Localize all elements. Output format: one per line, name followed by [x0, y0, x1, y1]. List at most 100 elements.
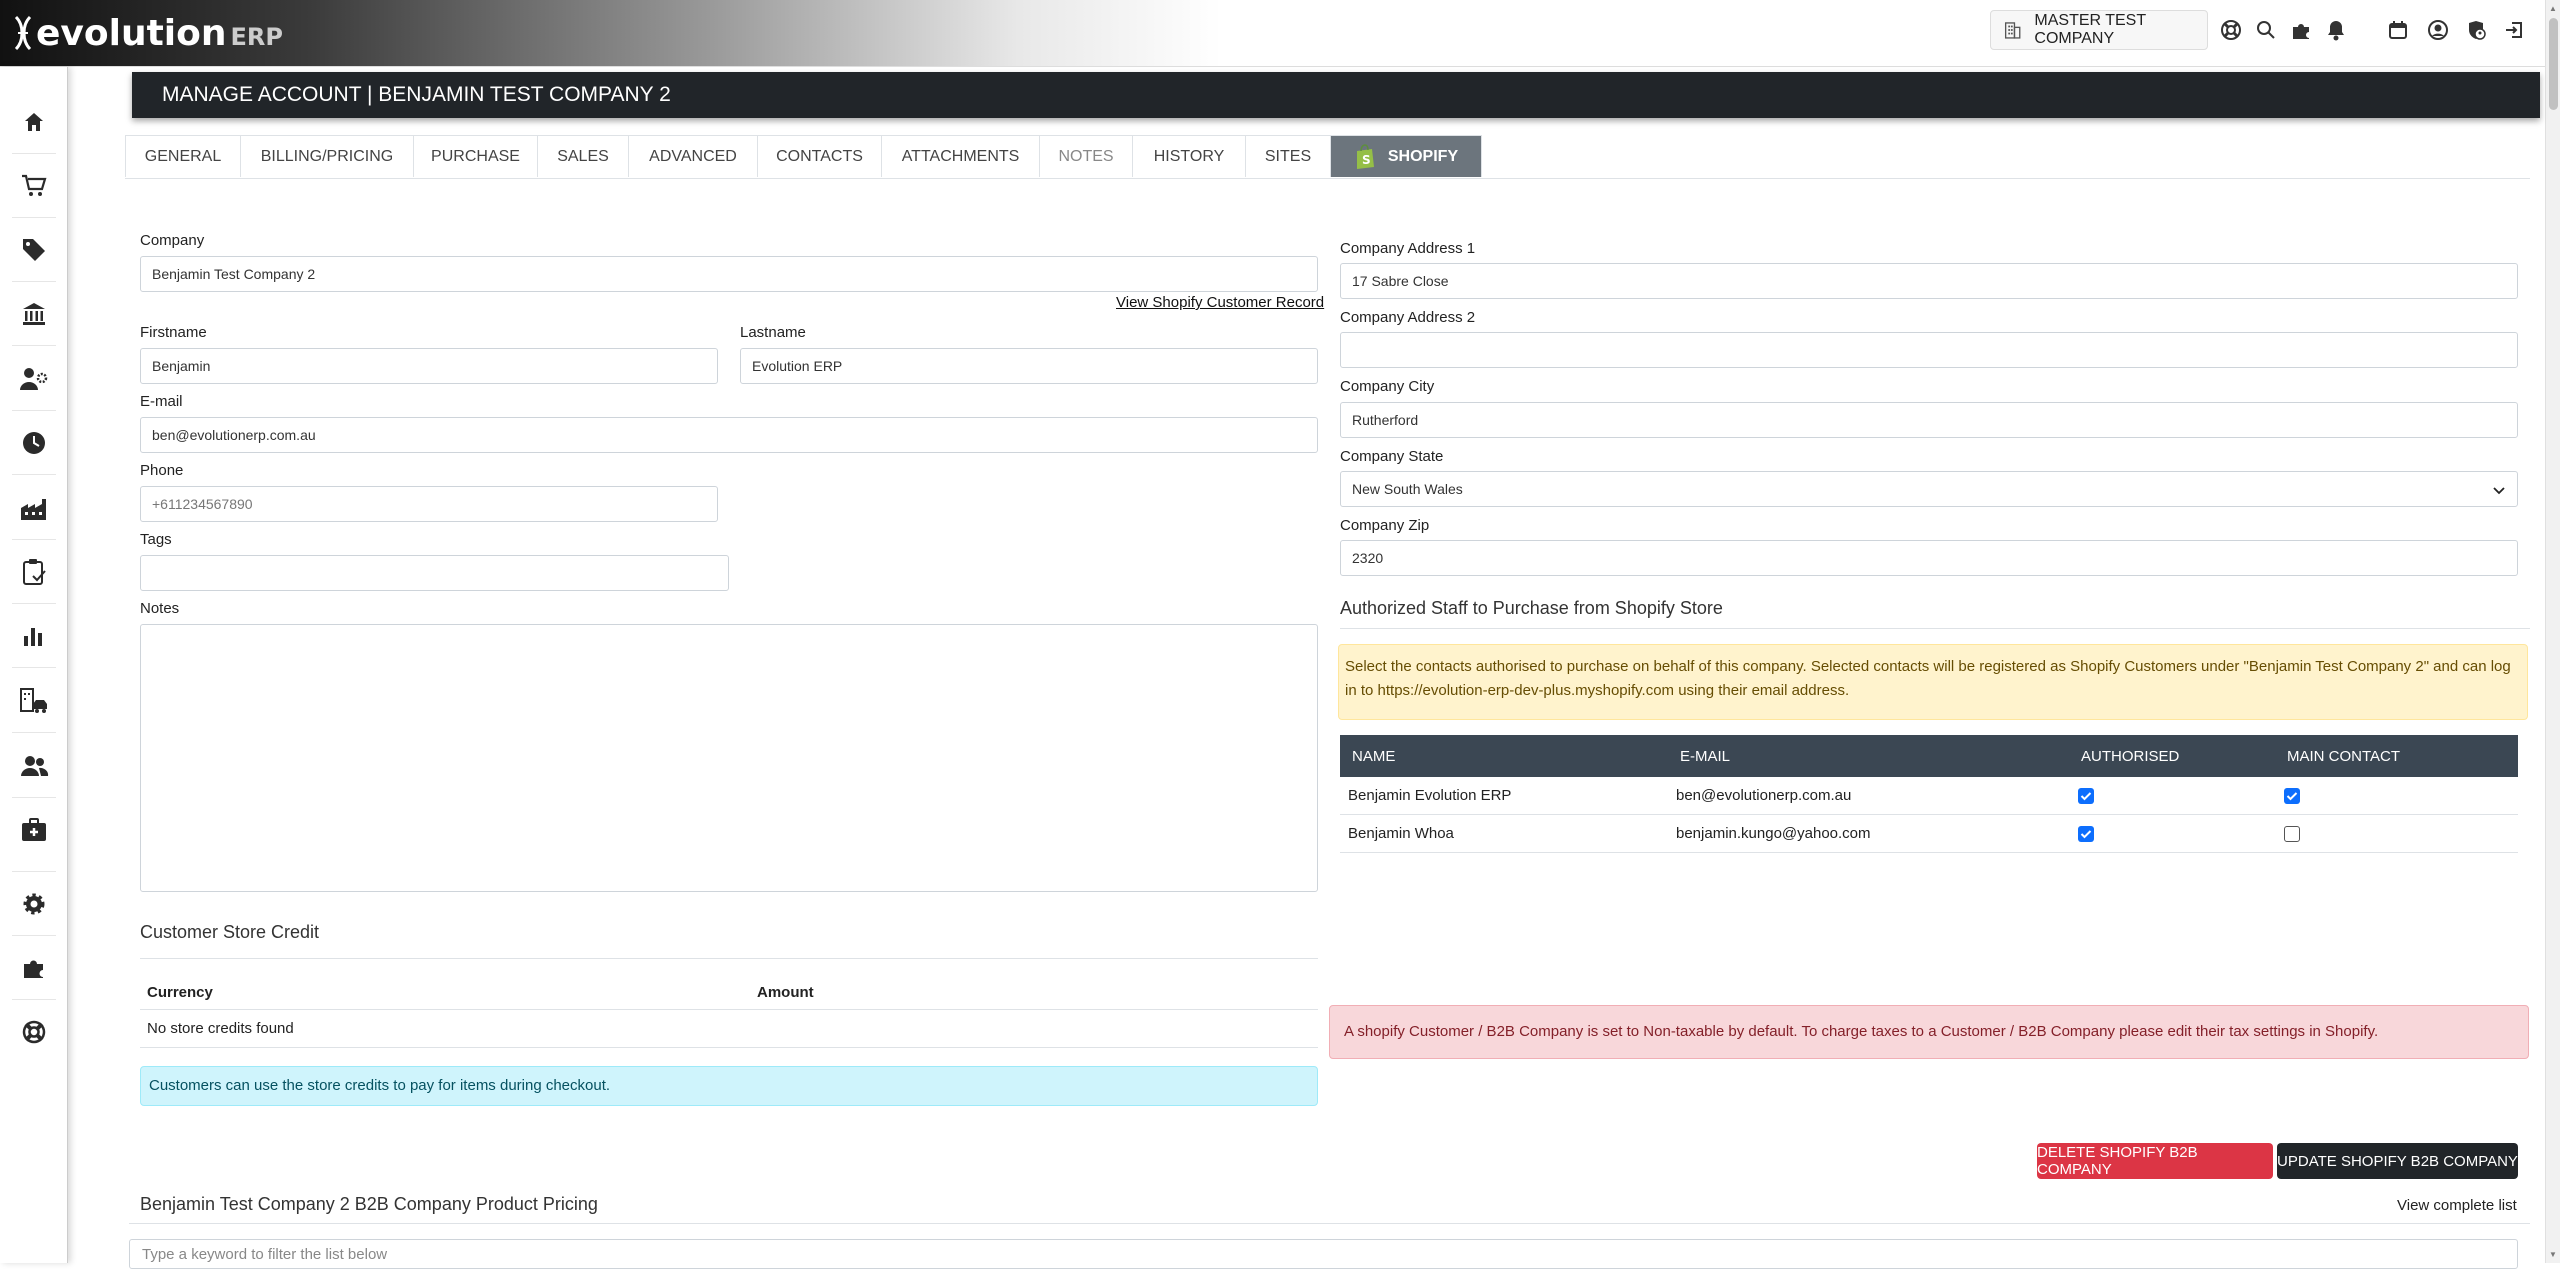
city-label: Company City	[1340, 378, 1435, 395]
company-label: Company	[140, 232, 205, 249]
bank-icon[interactable]	[16, 296, 52, 332]
tab-contacts[interactable]: CONTACTS	[757, 135, 882, 177]
sidebar-divider	[12, 281, 56, 282]
logo-suffix: ERP	[230, 23, 283, 51]
address1-input[interactable]: 17 Sabre Close	[1340, 263, 2518, 299]
search-icon[interactable]	[2252, 16, 2280, 44]
sidebar	[0, 67, 68, 1263]
tab-advanced[interactable]: ADVANCED	[628, 135, 758, 177]
plugin-icon[interactable]	[16, 950, 52, 986]
state-select[interactable]: New South Wales	[1340, 471, 2518, 507]
state-selected-value: New South Wales	[1352, 481, 1463, 497]
firstname-label: Firstname	[140, 324, 207, 341]
empty-credit-text: No store credits found	[147, 1020, 294, 1037]
credit-table-header: Currency Amount	[140, 976, 1318, 1010]
zip-label: Company Zip	[1340, 517, 1430, 534]
update-b2b-company-button[interactable]: UPDATE SHOPIFY B2B COMPANY	[2277, 1143, 2518, 1179]
page-scrollbar[interactable]: ▲ ▼	[2545, 0, 2560, 1263]
calendar-icon[interactable]	[2384, 16, 2412, 44]
tab-shopify[interactable]: S SHOPIFY	[1330, 135, 1482, 177]
check-icon	[2286, 792, 2298, 801]
clipboard-check-icon[interactable]	[16, 554, 52, 590]
logout-icon[interactable]	[2500, 16, 2528, 44]
authorised-checkbox[interactable]	[2078, 826, 2094, 842]
top-bar: evolution ERP MASTER TEST COMPANY	[0, 0, 2545, 67]
main-contact-checkbox[interactable]	[2284, 826, 2300, 842]
scroll-up-icon[interactable]: ▲	[2549, 4, 2557, 13]
top-icons-right	[2384, 16, 2528, 44]
bell-icon[interactable]	[2322, 16, 2350, 44]
tab-sites[interactable]: SITES	[1245, 135, 1331, 177]
user-cog-icon[interactable]	[16, 361, 52, 397]
scrollbar-thumb[interactable]	[2549, 18, 2558, 110]
view-shopify-customer-link[interactable]: View Shopify Customer Record	[1116, 294, 1324, 311]
firstname-input[interactable]: Benjamin	[140, 348, 718, 384]
tab-attachments[interactable]: ATTACHMENTS	[881, 135, 1040, 177]
building-car-icon[interactable]	[16, 683, 52, 719]
tag-icon[interactable]	[16, 232, 52, 268]
clock-icon[interactable]	[16, 425, 52, 461]
chevron-down-icon	[2493, 487, 2505, 495]
main-contact-checkbox[interactable]	[2284, 788, 2300, 804]
address2-input[interactable]	[1340, 332, 2518, 368]
gear-icon[interactable]	[16, 886, 52, 922]
tags-input[interactable]	[140, 555, 729, 591]
tab-sales[interactable]: SALES	[537, 135, 629, 177]
cart-icon[interactable]	[16, 168, 52, 204]
store-credit-info: Customers can use the store credits to p…	[140, 1066, 1318, 1106]
tab-general[interactable]: GENERAL	[125, 135, 241, 177]
bar-chart-icon[interactable]	[16, 618, 52, 654]
factory-icon[interactable]	[16, 491, 52, 527]
sidebar-divider	[12, 667, 56, 668]
tab-purchase[interactable]: PURCHASE	[413, 135, 538, 177]
sidebar-divider	[12, 935, 56, 936]
sidebar-divider	[12, 871, 56, 872]
phone-input[interactable]: +611234567890	[140, 486, 718, 522]
tab-history[interactable]: HISTORY	[1132, 135, 1246, 177]
sidebar-divider	[12, 603, 56, 604]
col-amount: Amount	[757, 984, 814, 1001]
staff-name: Benjamin Evolution ERP	[1348, 787, 1512, 804]
view-complete-list-link[interactable]: View complete list	[2397, 1197, 2517, 1214]
lastname-label: Lastname	[740, 324, 806, 341]
address2-label: Company Address 2	[1340, 309, 1476, 326]
users-icon[interactable]	[16, 748, 52, 784]
scroll-down-icon[interactable]: ▼	[2549, 1250, 2557, 1259]
sidebar-divider	[12, 153, 56, 154]
user-icon[interactable]	[2424, 16, 2452, 44]
city-input[interactable]: Rutherford	[1340, 402, 2518, 438]
col-name: NAME	[1352, 747, 1396, 765]
company-name: MASTER TEST COMPANY	[2034, 12, 2146, 47]
lastname-input[interactable]: Evolution ERP	[740, 348, 1318, 384]
email-input[interactable]: ben@evolutionerp.com.au	[140, 417, 1318, 453]
notes-textarea[interactable]	[140, 624, 1318, 892]
app-logo[interactable]: evolution ERP	[12, 10, 283, 56]
address1-label: Company Address 1	[1340, 240, 1476, 257]
support-icon[interactable]	[16, 1014, 52, 1050]
id-badge-icon[interactable]	[16, 812, 52, 848]
tab-billing-pricing[interactable]: BILLING/PRICING	[240, 135, 414, 177]
delete-b2b-company-button[interactable]: DELETE SHOPIFY B2B COMPANY	[2037, 1143, 2273, 1179]
col-main-contact: MAIN CONTACT	[2287, 747, 2401, 765]
home-icon[interactable]	[16, 104, 52, 140]
sidebar-divider	[12, 474, 56, 475]
table-row: No store credits found	[140, 1010, 1318, 1048]
shield-user-icon[interactable]	[2462, 16, 2490, 44]
company-input[interactable]: Benjamin Test Company 2	[140, 256, 1318, 292]
tab-notes[interactable]: NOTES	[1039, 135, 1133, 177]
sidebar-divider	[12, 999, 56, 1000]
plugin-icon[interactable]	[2287, 16, 2315, 44]
col-authorised: AUTHORISED	[2081, 747, 2180, 765]
staff-table-header: NAME E-MAIL AUTHORISED MAIN CONTACT	[1340, 735, 2518, 777]
pricing-filter-input[interactable]: Type a keyword to filter the list below	[129, 1239, 2518, 1269]
sidebar-divider	[12, 345, 56, 346]
zip-input[interactable]: 2320	[1340, 540, 2518, 576]
company-switcher[interactable]: MASTER TEST COMPANY	[1990, 10, 2208, 50]
table-row: Benjamin Evolution ERP ben@evolutionerp.…	[1340, 777, 2518, 815]
page-header: MANAGE ACCOUNT | BENJAMIN TEST COMPANY 2	[132, 72, 2540, 118]
pricing-title: Benjamin Test Company 2 B2B Company Prod…	[140, 1194, 598, 1214]
authorised-checkbox[interactable]	[2078, 788, 2094, 804]
sidebar-divider	[12, 732, 56, 733]
support-icon[interactable]	[2217, 16, 2245, 44]
top-icons-left	[2217, 16, 2350, 44]
